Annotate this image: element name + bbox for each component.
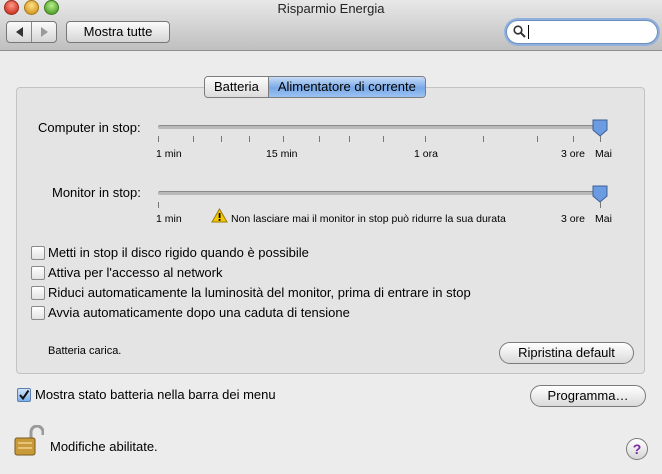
- tick-label: 1 min: [156, 213, 182, 225]
- tab-power-adapter[interactable]: Alimentatore di corrente: [267, 77, 425, 97]
- display-sleep-slider-track[interactable]: [158, 191, 604, 195]
- restart-after-power-failure-label: Avvia automaticamente dopo una caduta di…: [48, 305, 350, 320]
- forward-button[interactable]: [31, 22, 56, 42]
- tab-battery[interactable]: Batteria: [205, 77, 268, 97]
- tick-mark: [573, 136, 574, 142]
- dim-display-label: Riduci automaticamente la luminosità del…: [48, 285, 471, 300]
- back-arrow-icon: [15, 27, 23, 37]
- search-icon: [513, 25, 526, 38]
- tick-label: Mai: [595, 148, 612, 160]
- tick-mark: [249, 136, 250, 142]
- computer-sleep-label: Computer in stop:: [38, 120, 141, 135]
- schedule-button[interactable]: Programma…: [530, 385, 646, 407]
- back-forward-control: [6, 21, 57, 43]
- tick-mark: [600, 136, 601, 142]
- wake-network-checkbox[interactable]: [31, 266, 45, 280]
- help-button[interactable]: ?: [626, 438, 648, 460]
- tick-mark: [319, 136, 320, 142]
- battery-status-text: Batteria carica.: [48, 345, 122, 357]
- tick-label: 15 min: [266, 148, 298, 160]
- title-bar: Risparmio Energia Mostra tutte: [0, 0, 662, 51]
- restart-after-power-failure-checkbox[interactable]: [31, 306, 45, 320]
- warning-icon: [211, 208, 228, 223]
- hard-disk-sleep-label: Metti in stop il disco rigido quando è p…: [48, 245, 309, 260]
- tick-mark: [283, 136, 284, 142]
- tick-mark: [383, 136, 384, 142]
- checkmark-icon: [19, 389, 30, 401]
- window-title: Risparmio Energia: [277, 1, 385, 16]
- tick-mark: [158, 202, 159, 208]
- tick-label: Mai: [595, 213, 612, 225]
- display-sleep-label: Monitor in stop:: [52, 185, 141, 200]
- show-battery-status-label: Mostra stato batteria nella barra dei me…: [35, 387, 276, 402]
- tick-mark: [349, 136, 350, 142]
- computer-sleep-slider-track[interactable]: [158, 125, 604, 129]
- show-battery-status-checkbox[interactable]: [17, 388, 31, 402]
- display-sleep-warning: Non lasciare mai il monitor in stop può …: [231, 213, 506, 225]
- tab-bar: Batteria Alimentatore di corrente: [204, 76, 426, 98]
- wake-network-label: Attiva per l'accesso al network: [48, 265, 223, 280]
- tick-mark: [221, 136, 222, 142]
- back-button[interactable]: [7, 22, 31, 42]
- forward-arrow-icon: [40, 27, 48, 37]
- tick-label: 3 ore: [561, 213, 585, 225]
- tick-mark: [537, 136, 538, 142]
- lock-status-text: Modifiche abilitate.: [50, 439, 158, 454]
- tick-mark: [425, 136, 426, 142]
- tick-mark: [193, 136, 194, 142]
- tick-label: 3 ore: [561, 148, 585, 160]
- tick-mark: [158, 136, 159, 142]
- unlocked-padlock-icon[interactable]: [14, 425, 44, 457]
- computer-sleep-slider-thumb[interactable]: [592, 119, 608, 137]
- tick-label: 1 ora: [414, 148, 438, 160]
- show-all-button[interactable]: Mostra tutte: [66, 21, 170, 43]
- dim-display-checkbox[interactable]: [31, 286, 45, 300]
- restore-defaults-button[interactable]: Ripristina default: [499, 342, 634, 364]
- display-sleep-slider-thumb[interactable]: [592, 185, 608, 203]
- hard-disk-sleep-checkbox[interactable]: [31, 246, 45, 260]
- tick-label: 1 min: [156, 148, 182, 160]
- text-cursor: [528, 25, 529, 39]
- search-field[interactable]: [506, 20, 658, 44]
- tick-mark: [483, 136, 484, 142]
- tick-mark: [600, 202, 601, 208]
